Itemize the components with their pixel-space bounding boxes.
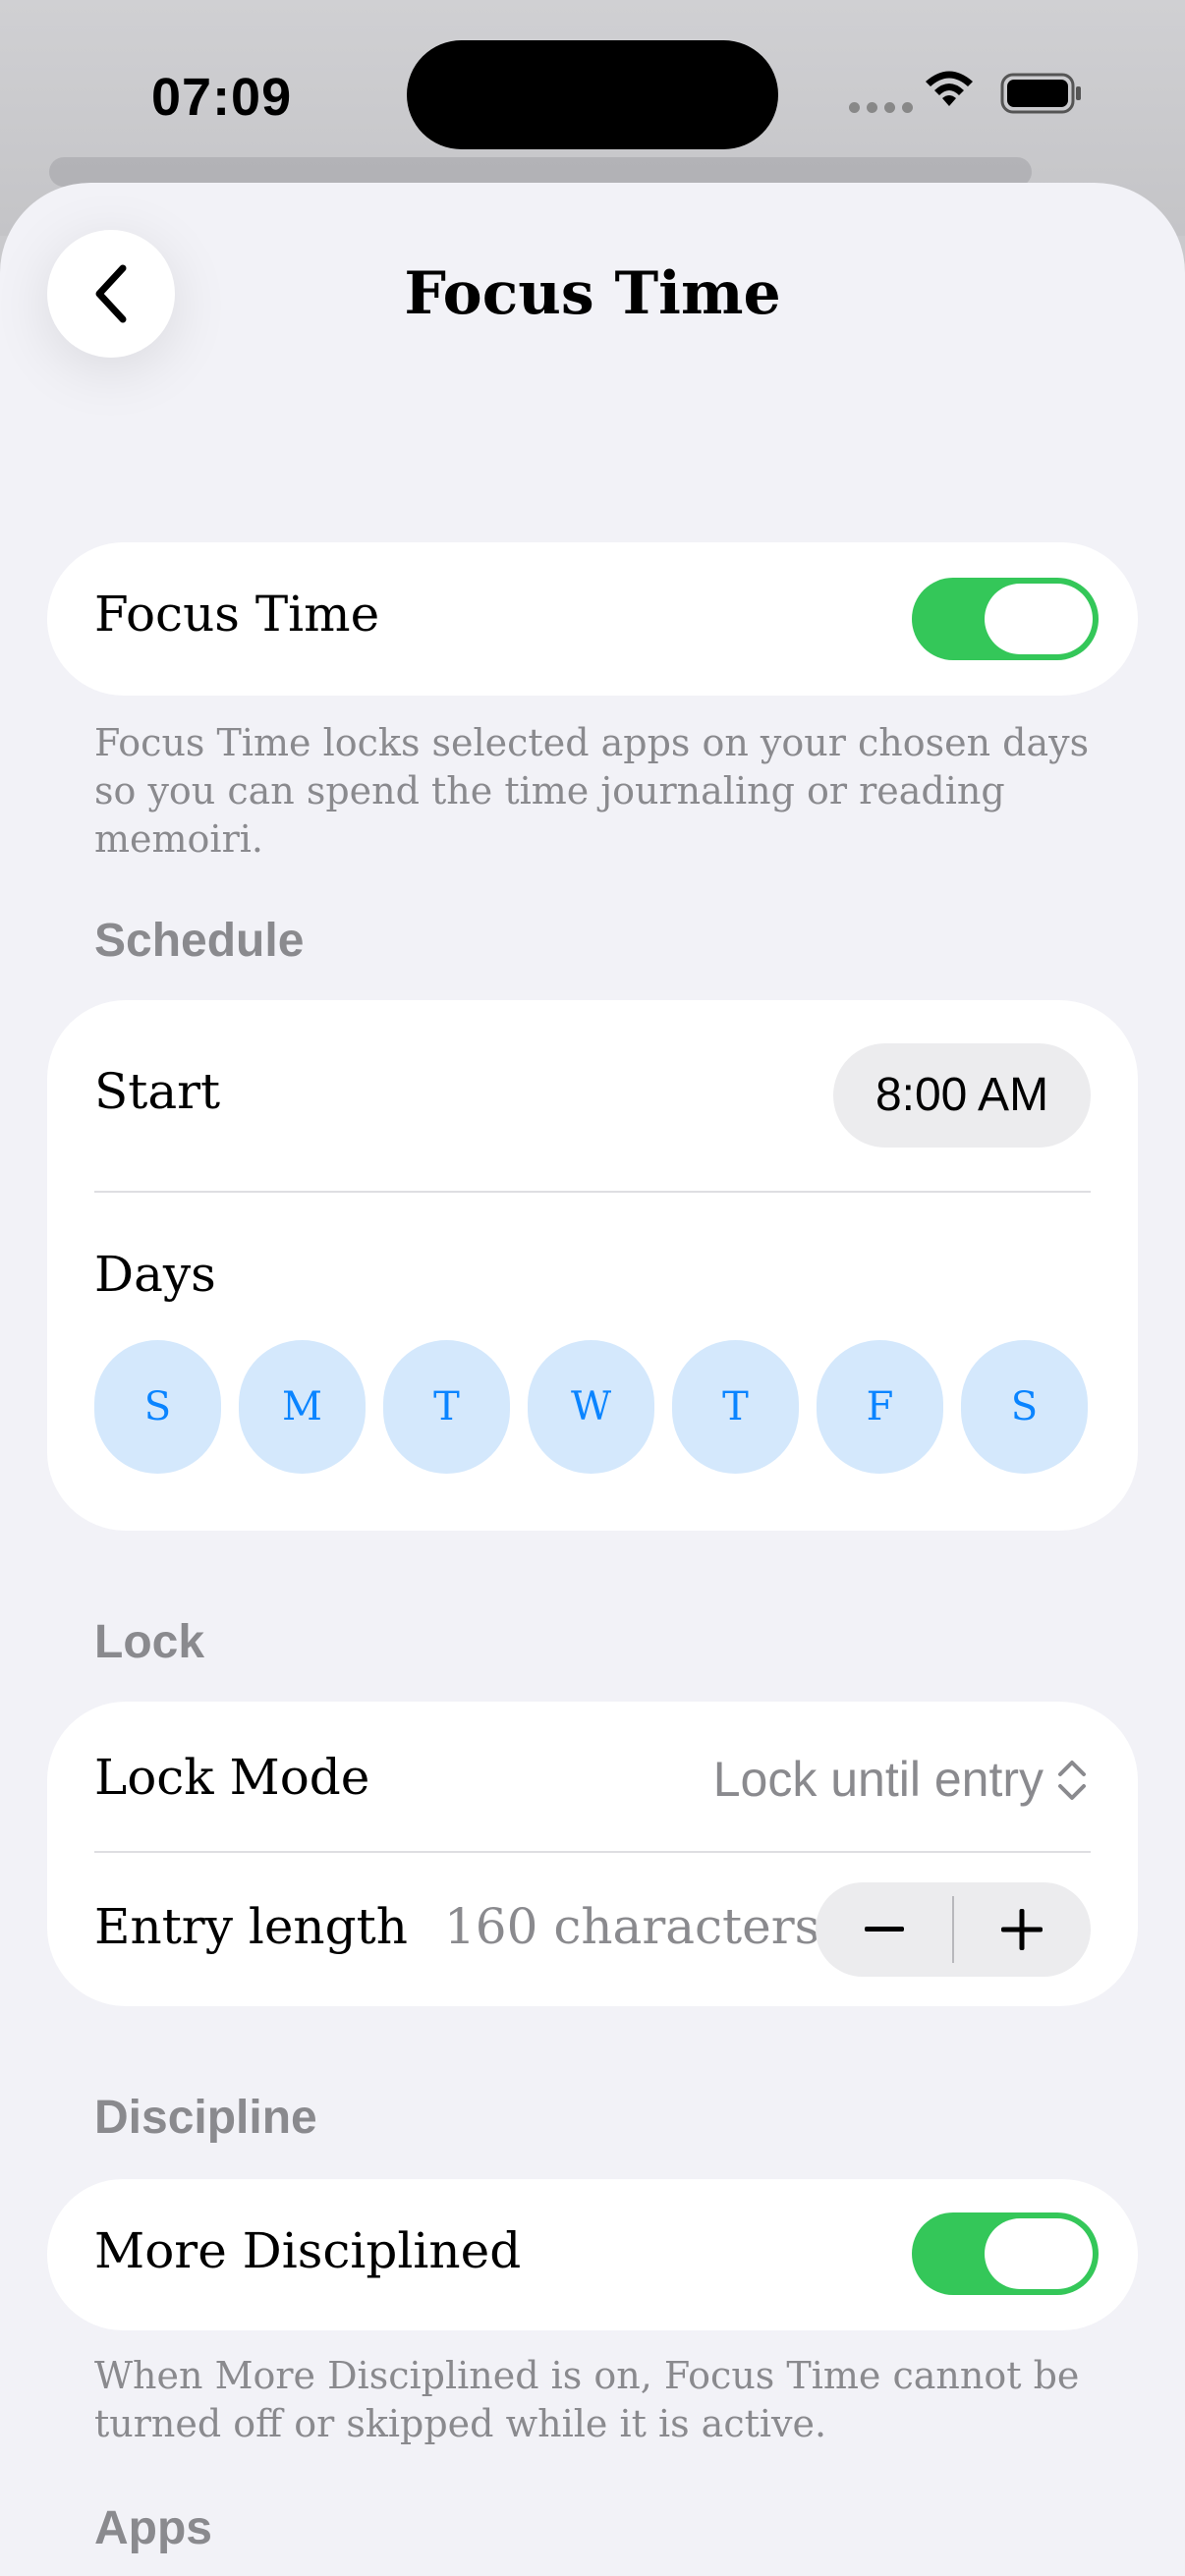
lock-mode-label: Lock Mode (94, 1749, 370, 1806)
day-wednesday[interactable]: W (528, 1340, 654, 1474)
day-tuesday[interactable]: T (383, 1340, 510, 1474)
discipline-header: Discipline (94, 2092, 317, 2144)
apps-header: Apps (94, 2502, 212, 2554)
lock-card: Lock Mode Lock until entry Entry length … (47, 1702, 1138, 2006)
entry-length-value: 160 characters (444, 1898, 820, 1955)
discipline-description: When More Disciplined is on, Focus Time … (94, 2354, 1080, 2445)
battery-icon (1000, 73, 1081, 114)
status-time: 07:09 (151, 68, 293, 127)
chevron-up-down-icon (1058, 1761, 1086, 1800)
schedule-card: Start 8:00 AM Days S M T W T F S (47, 1000, 1138, 1531)
toggle-knob (985, 2218, 1093, 2289)
start-time-picker[interactable]: 8:00 AM (833, 1043, 1091, 1148)
dynamic-island (407, 40, 778, 149)
days-label: Days (94, 1246, 216, 1303)
plus-icon (1001, 1909, 1043, 1950)
page-title: Focus Time (404, 259, 781, 328)
focus-time-label: Focus Time (94, 586, 380, 643)
focus-time-card: Focus Time (47, 542, 1138, 696)
day-sunday[interactable]: S (94, 1340, 221, 1474)
lock-header: Lock (94, 1616, 205, 1668)
toggle-knob (985, 584, 1093, 654)
more-disciplined-label: More Disciplined (94, 2222, 522, 2279)
status-bar: 07:09 (0, 0, 1185, 187)
focus-time-sheet: Focus Time Focus Time Focus Time locks s… (0, 183, 1185, 2576)
day-monday[interactable]: M (239, 1340, 366, 1474)
day-thursday[interactable]: T (672, 1340, 799, 1474)
discipline-card: More Disciplined (47, 2179, 1138, 2330)
start-label: Start (94, 1063, 221, 1120)
increment-button[interactable] (953, 1882, 1091, 1977)
day-saturday[interactable]: S (961, 1340, 1088, 1474)
divider (94, 1191, 1091, 1193)
focus-time-toggle[interactable] (912, 578, 1099, 660)
more-disciplined-toggle[interactable] (912, 2212, 1099, 2295)
entry-length-stepper (816, 1882, 1091, 1977)
schedule-header: Schedule (94, 915, 305, 967)
lock-mode-value[interactable]: Lock until entry (713, 1751, 1044, 1808)
decrement-button[interactable] (816, 1882, 953, 1977)
minus-icon (865, 1927, 904, 1932)
days-selector: S M T W T F S (94, 1340, 1088, 1474)
day-friday[interactable]: F (817, 1340, 943, 1474)
entry-length-label: Entry length (94, 1898, 408, 1955)
wifi-icon (926, 71, 973, 106)
cellular-signal-icon (849, 102, 913, 113)
focus-time-description: Focus Time locks selected apps on your c… (94, 721, 1090, 861)
divider (94, 1851, 1091, 1853)
